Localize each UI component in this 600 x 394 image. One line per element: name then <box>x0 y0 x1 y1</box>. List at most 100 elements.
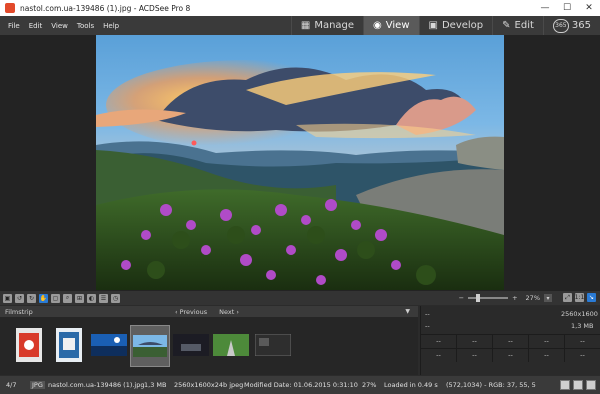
status-zoom: 27% <box>362 381 377 389</box>
menu-bar: File Edit View Tools Help ▦ Manage ◉ Vie… <box>0 16 600 35</box>
zoom-value: 27% <box>525 294 540 302</box>
thumbnail-1[interactable] <box>10 325 48 365</box>
tab-edit[interactable]: ✎ Edit <box>492 16 543 35</box>
prop-filesize: 1,3 MB <box>571 322 594 330</box>
maximize-button[interactable]: ☐ <box>556 0 578 16</box>
histogram-icon[interactable] <box>560 380 570 390</box>
view-tools: ⤢ 1:1 ↘ <box>560 293 596 302</box>
thumbnail-6-image <box>213 334 249 356</box>
status-pixel-info: (572,1034) - RGB: 37, 55, 5 <box>446 381 536 389</box>
image-viewer[interactable] <box>0 35 600 291</box>
prop-dimensions: 2560x1600 <box>561 310 598 318</box>
fit-icon[interactable]: ⤢ <box>563 293 572 302</box>
window-title: nastol.com.ua-139486 (1).jpg - ACDSee Pr… <box>20 3 191 13</box>
select-tool-icon[interactable]: ▢ <box>51 293 60 303</box>
thumbnail-1-image <box>16 328 42 362</box>
tab-365[interactable]: 365 365 <box>542 16 600 35</box>
next-button[interactable]: Next › <box>219 308 239 316</box>
status-load-time: Loaded in 0.49 s <box>384 381 438 389</box>
status-dimensions: 2560x1600x24b jpeg <box>174 381 244 389</box>
main-menu: File Edit View Tools Help <box>8 22 128 30</box>
grid-icon: ▦ <box>300 20 311 31</box>
zoom-out-button[interactable]: − <box>459 294 464 302</box>
menu-tools[interactable]: Tools <box>77 22 94 30</box>
thumbnail-7-image <box>255 334 291 356</box>
status-filetype: JPG <box>30 381 45 389</box>
photo-icon[interactable]: ▣ <box>3 293 12 303</box>
exif-cell: -- <box>565 348 600 362</box>
status-index: 4/7 <box>6 381 17 389</box>
thumbnail-3-image <box>91 334 127 356</box>
tab-manage[interactable]: ▦ Manage <box>290 16 363 35</box>
status-icons <box>557 380 596 390</box>
acdsee-window: nastol.com.ua-139486 (1).jpg - ACDSee Pr… <box>0 0 600 394</box>
exif-cell: -- <box>493 348 529 362</box>
filmstrip-header: Filmstrip ‹ Previous Next › ▼ <box>0 306 418 317</box>
grid-tool-icon[interactable]: ⊞ <box>75 293 84 303</box>
exif-cell: -- <box>421 334 457 348</box>
rotate-left-icon[interactable]: ↺ <box>15 293 24 303</box>
minimize-button[interactable]: — <box>534 0 556 16</box>
close-button[interactable]: ✕ <box>578 0 600 16</box>
thumbnail-7[interactable] <box>254 325 292 365</box>
clock-icon[interactable]: ◷ <box>111 293 120 303</box>
compare-icon[interactable] <box>573 380 583 390</box>
exif-cell: -- <box>457 348 493 362</box>
actual-size-icon[interactable]: 1:1 <box>575 293 584 302</box>
tab-365-label: 365 <box>571 20 591 31</box>
menu-view[interactable]: View <box>51 22 68 30</box>
eye-icon: ◉ <box>373 20 382 31</box>
thumbnail-5[interactable] <box>172 325 210 365</box>
main-photo[interactable] <box>96 35 504 290</box>
thumbnail-5-image <box>173 334 209 356</box>
thumbnail-2[interactable] <box>50 325 88 365</box>
properties-panel: -- 2560x1600 -- 1,3 MB -- -- -- -- -- --… <box>420 306 600 375</box>
tab-develop[interactable]: ▣ Develop <box>418 16 493 35</box>
app-logo-icon <box>5 3 15 13</box>
exif-cell: -- <box>529 348 565 362</box>
thumbnail-6[interactable] <box>212 325 250 365</box>
status-modified-date: Modified Date: 01.06.2015 0:31:10 <box>244 381 358 389</box>
viewer-toolbar: ▣ ↺ ↻ ✋ ▢ ⌕ ⊞ ◐ ☰ ◷ − + 27% ▾ ⤢ 1:1 ↘ <box>0 291 600 305</box>
exif-grid: -- -- -- -- -- -- -- -- -- -- <box>421 334 600 362</box>
exif-cell: -- <box>565 334 600 348</box>
menu-file[interactable]: File <box>8 22 20 30</box>
develop-icon: ▣ <box>428 20 438 31</box>
tab-edit-label: Edit <box>514 20 534 31</box>
filmstrip <box>0 317 418 375</box>
hand-tool-icon[interactable]: ✋ <box>39 293 48 303</box>
thumbnail-4-selected[interactable] <box>130 325 170 367</box>
menu-help[interactable]: Help <box>103 22 119 30</box>
landscape-photo-graphic <box>96 35 504 290</box>
rotate-right-icon[interactable]: ↻ <box>27 293 36 303</box>
status-bar: 4/7 JPG nastol.com.ua-139486 (1).jpg 1,3… <box>0 376 600 394</box>
previous-button[interactable]: ‹ Previous <box>175 308 207 316</box>
zoom-in-button[interactable]: + <box>512 294 517 302</box>
pan-icon[interactable]: ↘ <box>587 293 596 302</box>
status-filesize: 1,3 MB <box>144 381 167 389</box>
zoom-tool-icon[interactable]: ⌕ <box>63 293 72 303</box>
tab-manage-label: Manage <box>314 20 355 31</box>
mode-tabs: ▦ Manage ◉ View ▣ Develop ✎ Edit 365 365 <box>290 16 600 35</box>
filmstrip-label: Filmstrip <box>5 307 33 316</box>
menu-edit[interactable]: Edit <box>29 22 43 30</box>
prop-left-1: -- <box>425 310 430 318</box>
adjust-icon[interactable]: ☰ <box>99 293 108 303</box>
window-controls: — ☐ ✕ <box>534 0 600 16</box>
zoom-slider[interactable] <box>468 294 509 302</box>
filmstrip-collapse-icon[interactable]: ▼ <box>405 308 410 315</box>
thumbnail-2-image <box>56 328 82 362</box>
filmstrip-nav: ‹ Previous Next › <box>175 308 251 316</box>
palette-icon[interactable]: ◐ <box>87 293 96 303</box>
365-icon: 365 <box>552 18 569 33</box>
edit-icon: ✎ <box>502 20 511 31</box>
tab-view[interactable]: ◉ View <box>363 16 419 35</box>
check-icon[interactable] <box>586 380 596 390</box>
exif-cell: -- <box>493 334 529 348</box>
zoom-dropdown-icon[interactable]: ▾ <box>544 294 552 302</box>
thumbnail-4-image <box>133 335 167 357</box>
exif-cell: -- <box>529 334 565 348</box>
exif-cell: -- <box>421 348 457 362</box>
zoom-slider-knob[interactable] <box>476 294 481 302</box>
thumbnail-3[interactable] <box>90 325 128 365</box>
